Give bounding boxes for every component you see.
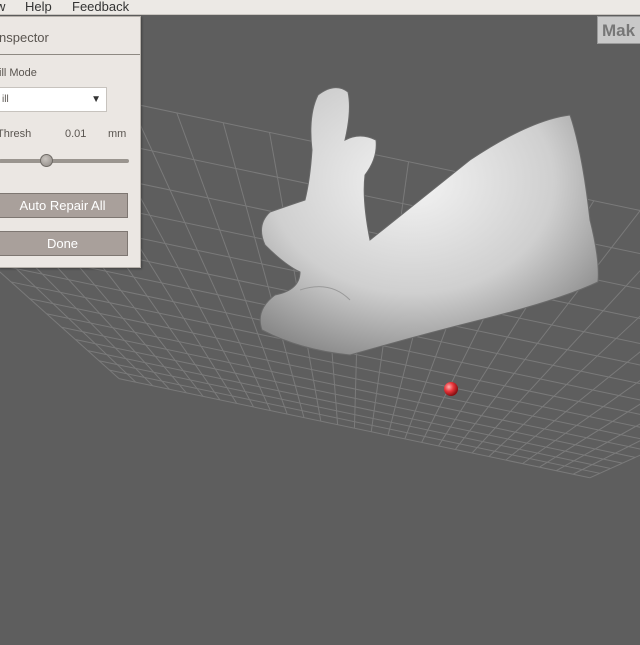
- divider: [0, 54, 140, 55]
- fill-mode-value: ill: [2, 94, 9, 105]
- grid-line: [176, 112, 288, 415]
- done-button[interactable]: Done: [0, 231, 128, 256]
- red-marker: [444, 382, 458, 396]
- auto-repair-all-button[interactable]: Auto Repair All: [0, 193, 128, 218]
- fill-mode-label: ill Mode: [0, 67, 37, 79]
- make-button[interactable]: Mak: [597, 16, 640, 44]
- menu-help[interactable]: Help: [25, 0, 52, 14]
- triangle-down-icon: ▼: [91, 94, 101, 105]
- panel-title: nspector: [0, 30, 49, 45]
- fill-mode-dropdown[interactable]: ill ▼: [0, 87, 107, 112]
- slider-thumb[interactable]: [39, 154, 53, 167]
- bunny-mesh: [259, 87, 599, 356]
- thresh-label: Thresh: [0, 128, 32, 140]
- menu-bar: w Help Feedback: [0, 0, 640, 15]
- thresh-unit: mm: [108, 128, 127, 140]
- thresh-slider[interactable]: [0, 154, 129, 167]
- inspector-panel: nspector ill Mode ill ▼ Thresh 0.01 mm A…: [0, 16, 141, 268]
- thresh-value: 0.01: [65, 128, 87, 140]
- menu-view[interactable]: w: [0, 0, 5, 14]
- menu-feedback[interactable]: Feedback: [72, 0, 129, 14]
